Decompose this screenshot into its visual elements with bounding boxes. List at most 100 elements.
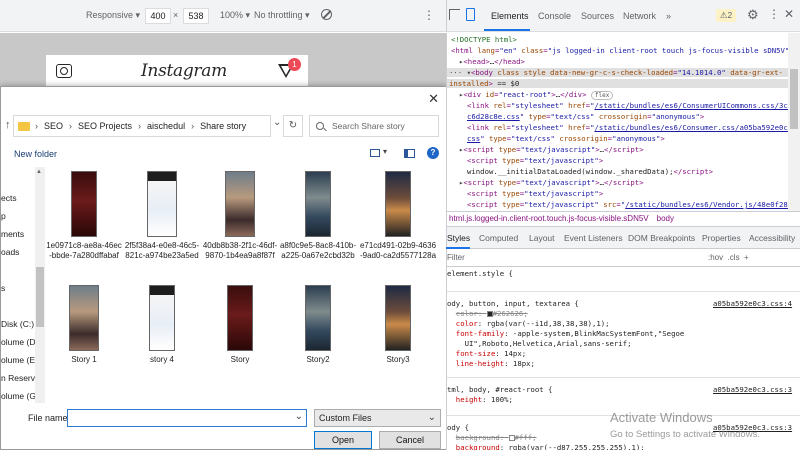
address-crumb[interactable]: SEO	[44, 121, 63, 131]
style-source-link[interactable]: a05ba592e0c3.css:4	[713, 299, 792, 308]
file-item[interactable]: Story 1	[45, 285, 123, 365]
device-select[interactable]: Responsive ▾	[86, 10, 140, 21]
height-input[interactable]: 538	[183, 8, 209, 24]
close-icon[interactable]: ✕	[428, 91, 439, 107]
file-item[interactable]: e71cd491-02b9-4636-9ad0-ca2d5577128a	[359, 171, 437, 261]
dom-node-line[interactable]: <html lang="en" class="js logged-in clie…	[451, 46, 789, 55]
tab-network[interactable]: Network	[623, 11, 656, 21]
tab-computed[interactable]: Computed	[479, 233, 518, 243]
file-item[interactable]: 1e0971c8-ae8a-46ec-bbde-7a280dffabaf	[45, 171, 123, 261]
gear-icon[interactable]: ⚙	[747, 7, 759, 23]
file-item[interactable]: a8f0c9e5-8ac8-410b-a225-0a67e2cbd32b	[279, 171, 357, 261]
chevron-down-icon[interactable]: ⌄	[295, 411, 303, 422]
sidebar-item[interactable]: oads	[1, 247, 19, 257]
dom-node-line[interactable]: ▸<script type="text/javascript">…</scrip…	[459, 145, 644, 154]
devtools-more-icon[interactable]: ⋮	[768, 7, 780, 21]
address-crumb[interactable]: aischedul	[147, 121, 185, 131]
dom-node-line[interactable]: ··· ▾<body class style data-new-gr-c-s-c…	[447, 68, 800, 77]
address-bar[interactable]: › SEO › SEO Projects › aischedul › Share…	[13, 115, 271, 137]
chevron-down-icon[interactable]: ▾	[383, 147, 387, 156]
sidebar-item[interactable]: ects	[1, 193, 17, 203]
inspect-icon[interactable]	[449, 9, 460, 20]
dom-node-line[interactable]: window.__initialDataLoaded(window._share…	[467, 167, 713, 176]
width-input[interactable]: 400	[145, 8, 171, 24]
dom-node-line[interactable]: <link rel="stylesheet" href="/static/bun…	[467, 101, 797, 110]
scrollbar-thumb[interactable]	[36, 267, 44, 327]
sidebar-item[interactable]: s	[1, 283, 5, 293]
tab-styles[interactable]: Styles	[447, 233, 470, 243]
dom-node-line[interactable]: ▸<div id="react-root">…</div> flex	[459, 90, 614, 100]
style-rule-line[interactable]: background: rgba(var(--d87,255,255,255),…	[447, 443, 645, 450]
search-input[interactable]: Search Share story	[309, 115, 439, 137]
dom-node-line[interactable]: <script type="text/javascript">	[467, 156, 603, 165]
style-rule-line[interactable]: height: 100%;	[447, 395, 513, 404]
breadcrumb-html[interactable]: html.js.logged-in.client-root.touch.js-f…	[449, 214, 649, 223]
dom-node-line[interactable]: css" type="text/css" crossorigin="anonym…	[467, 134, 665, 143]
style-rule-line[interactable]: color: rgba(var(--i1d,38,38,38),1);	[447, 319, 610, 328]
style-rule-line[interactable]: font-family: -apple-system,BlinkMacSyste…	[447, 329, 684, 338]
new-folder-button[interactable]: New folder	[14, 149, 57, 159]
file-name-input[interactable]: ⌄	[67, 409, 307, 427]
style-rule-line[interactable]: ody, button, input, textarea {	[447, 299, 579, 308]
sidebar-item[interactable]: Disk (C:)	[1, 319, 34, 329]
cancel-button[interactable]: Cancel	[379, 431, 441, 449]
refresh-icon[interactable]: ↻	[283, 115, 303, 137]
help-icon[interactable]: ?	[427, 147, 439, 159]
throttling-select[interactable]: No throttling ▾	[254, 10, 310, 21]
address-crumb[interactable]: Share story	[200, 121, 246, 131]
style-rule-line[interactable]: background: #fff;	[447, 433, 537, 442]
more-tabs-icon[interactable]: »	[666, 11, 671, 21]
device-toggle-icon[interactable]	[466, 8, 475, 21]
file-item[interactable]: Story	[201, 285, 279, 365]
style-rule-line[interactable]: element.style {	[447, 269, 513, 278]
dom-node-line[interactable]: c6d28c8e.css" type="text/css" crossorigi…	[467, 112, 704, 121]
dom-node-line[interactable]: <!DOCTYPE html>	[451, 35, 517, 44]
tab-dom-breakpoints[interactable]: DOM Breakpoints	[628, 233, 695, 243]
sidebar-item[interactable]: olume (E:)	[1, 355, 35, 365]
rotate-icon[interactable]	[321, 9, 332, 20]
close-icon[interactable]: ✕	[784, 7, 794, 21]
style-rule-line[interactable]: ody {	[447, 423, 469, 432]
sidebar-item[interactable]: ments	[1, 229, 24, 239]
dom-node-line[interactable]: installed> == $0	[447, 79, 800, 88]
style-rule-line[interactable]: color: #262626;	[447, 309, 528, 318]
file-type-select[interactable]: Custom Files ⌄	[314, 409, 441, 427]
preview-pane-icon[interactable]	[404, 149, 415, 158]
file-item[interactable]: Story3	[359, 285, 437, 365]
elements-scrollbar[interactable]	[788, 33, 800, 211]
dom-node-line[interactable]: <script type="text/javascript" src="/sta…	[467, 200, 797, 209]
style-rule-line[interactable]: UI",Roboto,Helvetica,Arial,sans-serif;	[447, 339, 632, 348]
camera-icon[interactable]	[56, 64, 72, 78]
view-options-icon[interactable]	[370, 149, 380, 157]
instagram-logo[interactable]: Instagram	[141, 61, 227, 81]
file-item[interactable]: 2f5f38a4-e0e8-46c5-821c-a974be23a5ed	[123, 171, 201, 261]
dom-node-line[interactable]: ▸<script type="text/javascript">…</scrip…	[459, 178, 644, 187]
sidebar-item[interactable]: olume (G:	[1, 391, 35, 401]
zoom-select[interactable]: 100% ▾	[220, 10, 250, 21]
file-item[interactable]: Story2	[279, 285, 357, 365]
open-button[interactable]: Open	[314, 431, 372, 449]
sidebar-scrollbar[interactable]: ▲	[35, 167, 45, 403]
up-arrow-icon[interactable]: ↑	[5, 119, 11, 131]
tab-console[interactable]: Console	[538, 11, 571, 21]
filter-input[interactable]: Filter	[447, 253, 465, 262]
device-more-icon[interactable]: ⋮	[423, 8, 435, 22]
breadcrumb-body[interactable]: body	[657, 214, 674, 223]
dom-node-line[interactable]: ▸<head>…</head>	[459, 57, 525, 66]
sidebar-item[interactable]: p	[1, 211, 6, 221]
sidebar-item[interactable]: n Reservec	[1, 373, 35, 383]
scroll-up-icon[interactable]: ▲	[36, 169, 42, 175]
dom-node-line[interactable]: <link rel="stylesheet" href="/static/bun…	[467, 123, 797, 132]
tab-accessibility[interactable]: Accessibility	[749, 233, 795, 243]
address-crumb[interactable]: SEO Projects	[78, 121, 132, 131]
tab-properties[interactable]: Properties	[702, 233, 741, 243]
warning-badge[interactable]: ⚠2	[716, 9, 736, 22]
style-rule-line[interactable]: font-size: 14px;	[447, 349, 526, 358]
sidebar-item[interactable]: olume (D:	[1, 337, 35, 347]
style-rule-line[interactable]: tml, body, #react-root {	[447, 385, 552, 394]
tab-layout[interactable]: Layout	[529, 233, 555, 243]
tab-sources[interactable]: Sources	[581, 11, 614, 21]
style-rule-line[interactable]: line-height: 18px;	[447, 359, 535, 368]
tab-event-listeners[interactable]: Event Listeners	[564, 233, 623, 243]
dom-node-line[interactable]: <script type="text/javascript">	[467, 189, 603, 198]
